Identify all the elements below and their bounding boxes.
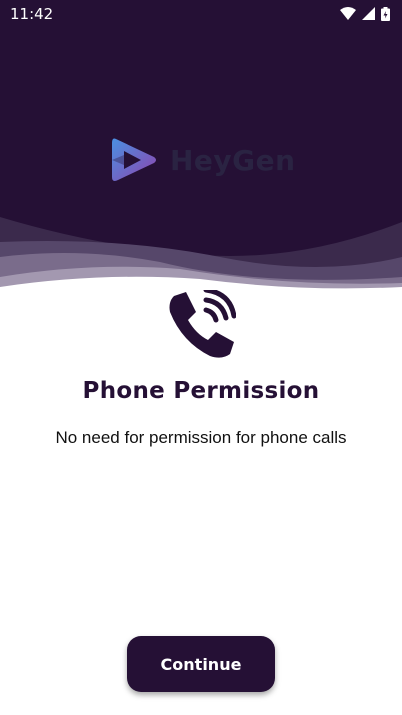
continue-button[interactable]: Continue (127, 636, 275, 692)
play-logo-icon (112, 138, 156, 181)
permission-description: No need for permission for phone calls (55, 428, 347, 447)
status-icons (340, 6, 390, 21)
phone-call-icon (166, 287, 237, 365)
heygen-logo: HeyGen (110, 135, 296, 185)
wifi-icon (340, 7, 356, 20)
battery-icon (381, 6, 390, 21)
status-time: 11:42 (10, 4, 54, 23)
logo-text: HeyGen (170, 143, 296, 177)
header-waves (0, 217, 402, 297)
signal-icon (362, 7, 375, 20)
status-bar: 11:42 (0, 0, 402, 27)
header-banner: HeyGen (0, 27, 402, 297)
permission-title: Phone Permission (82, 378, 320, 404)
